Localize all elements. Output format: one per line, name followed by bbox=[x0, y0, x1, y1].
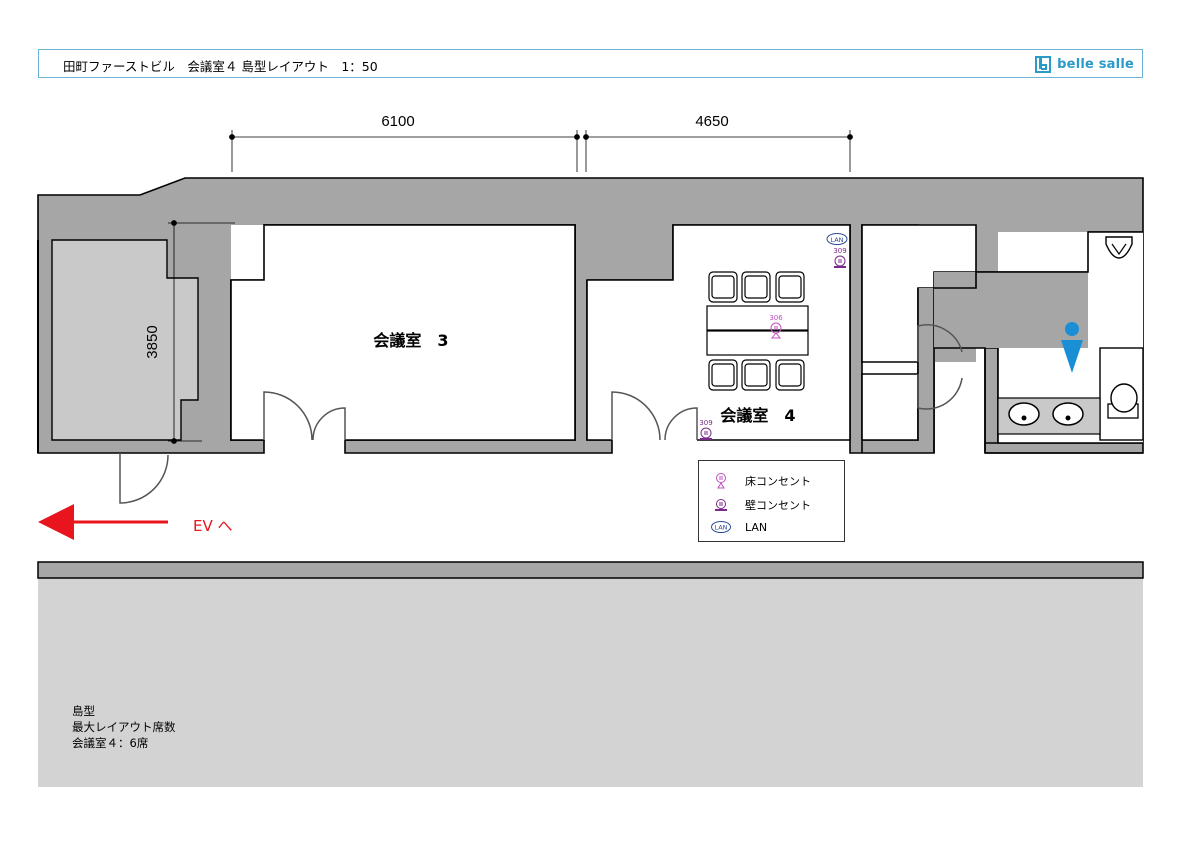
lower-corridor bbox=[38, 578, 1143, 787]
dimension-width-left: 6100 bbox=[381, 113, 414, 130]
legend-item-wall-outlet: 壁コンセント bbox=[711, 497, 811, 513]
room-3-label: 会議室 3 bbox=[373, 331, 448, 350]
table-upper bbox=[706, 305, 809, 331]
max-seats-heading: 最大レイアウト席数 bbox=[72, 720, 176, 734]
legend-label: LAN bbox=[745, 520, 768, 534]
legend: 床コンセント 壁コンセント LAN LAN bbox=[698, 460, 845, 542]
room-4-capacity: 会議室４：6席 bbox=[72, 736, 149, 750]
chair-icon bbox=[775, 359, 805, 391]
wall-outlet-number-bottom: 309 bbox=[699, 419, 712, 427]
seating-note: 島型 最大レイアウト席数 会議室４：6席 bbox=[72, 703, 176, 751]
sink-left-icon bbox=[1008, 402, 1040, 426]
dimension-height: 3850 bbox=[144, 325, 161, 358]
storage-lower bbox=[861, 373, 919, 441]
sink-right-icon bbox=[1052, 402, 1084, 426]
svg-text:LAN: LAN bbox=[714, 524, 727, 532]
chair-icon bbox=[708, 271, 738, 303]
table-lower bbox=[706, 330, 809, 356]
ev-label: EV へ bbox=[193, 517, 233, 535]
lan-badge-label: LAN bbox=[830, 236, 843, 244]
corridor-wall-strip bbox=[37, 561, 1144, 579]
lan-icon: LAN bbox=[826, 233, 848, 245]
floor-outlet-icon bbox=[716, 473, 726, 489]
ev-direction-arrow-icon bbox=[38, 504, 168, 540]
dimension-width-right: 4650 bbox=[695, 113, 728, 130]
chair-icon bbox=[775, 271, 805, 303]
wall-outlet-icon bbox=[715, 499, 727, 511]
layout-type: 島型 bbox=[72, 704, 95, 718]
legend-label: 壁コンセント bbox=[745, 499, 811, 512]
legend-item-lan: LAN LAN bbox=[711, 519, 767, 535]
chair-icon bbox=[741, 359, 771, 391]
lan-icon: LAN bbox=[711, 521, 731, 533]
chair-icon bbox=[708, 359, 738, 391]
floor-outlet-number: 306 bbox=[769, 314, 783, 322]
room-4-label: 会議室 4 bbox=[720, 406, 795, 425]
wall-outlet-number-top: 309 bbox=[833, 247, 846, 255]
door-left-shaft-icon bbox=[119, 453, 169, 504]
chair-icon bbox=[741, 271, 771, 303]
floor-plan: 6100 4650 3850 会議室 3 会議室 4 306 LAN 309 3… bbox=[37, 113, 1144, 787]
legend-label: 床コンセント bbox=[745, 475, 811, 488]
legend-item-floor-outlet: 床コンセント bbox=[711, 473, 811, 489]
